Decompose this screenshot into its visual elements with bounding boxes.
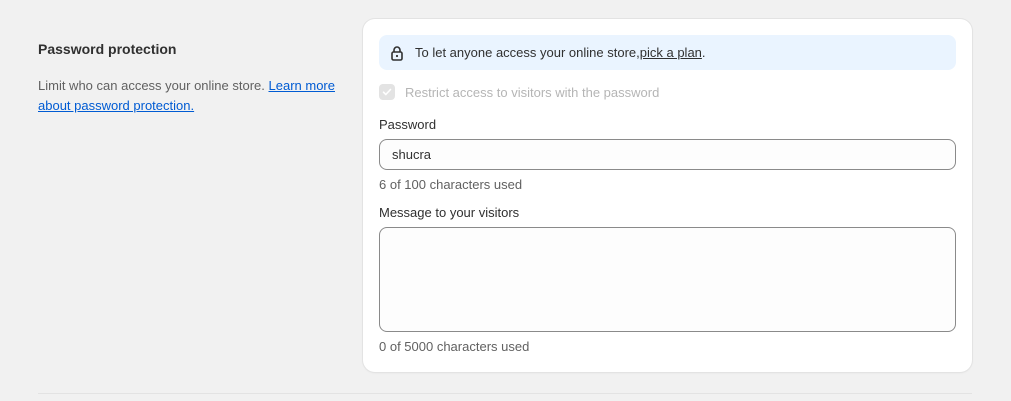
- password-char-count: 6 of 100 characters used: [379, 177, 523, 192]
- message-textarea[interactable]: [379, 227, 956, 332]
- section-description-text: Limit who can access your online store. …: [38, 76, 338, 116]
- banner-suffix: .: [701, 45, 706, 60]
- restrict-access-label: Restrict access to visitors with the pas…: [405, 84, 660, 100]
- section-divider: [38, 393, 972, 394]
- password-input[interactable]: [379, 139, 956, 170]
- message-label: Message to your visitors: [379, 205, 520, 220]
- message-char-count: 0 of 5000 characters used: [379, 339, 530, 354]
- checkmark-icon: [382, 88, 392, 96]
- banner-text: To let anyone access your online store,: [415, 45, 640, 60]
- section-description: Password protection Limit who can access…: [38, 40, 338, 116]
- restrict-access-checkbox[interactable]: [379, 84, 395, 100]
- pick-a-plan-link[interactable]: pick a plan: [640, 45, 702, 60]
- page: Password protection Limit who can access…: [0, 0, 1011, 401]
- password-label: Password: [379, 117, 437, 132]
- restrict-access-row: Restrict access to visitors with the pas…: [379, 84, 659, 100]
- section-title: Password protection: [38, 41, 177, 57]
- info-banner: To let anyone access your online store, …: [379, 35, 956, 70]
- description-prefix: Limit who can access your online store.: [38, 78, 269, 93]
- password-card: To let anyone access your online store, …: [363, 19, 972, 372]
- lock-icon: [389, 45, 405, 61]
